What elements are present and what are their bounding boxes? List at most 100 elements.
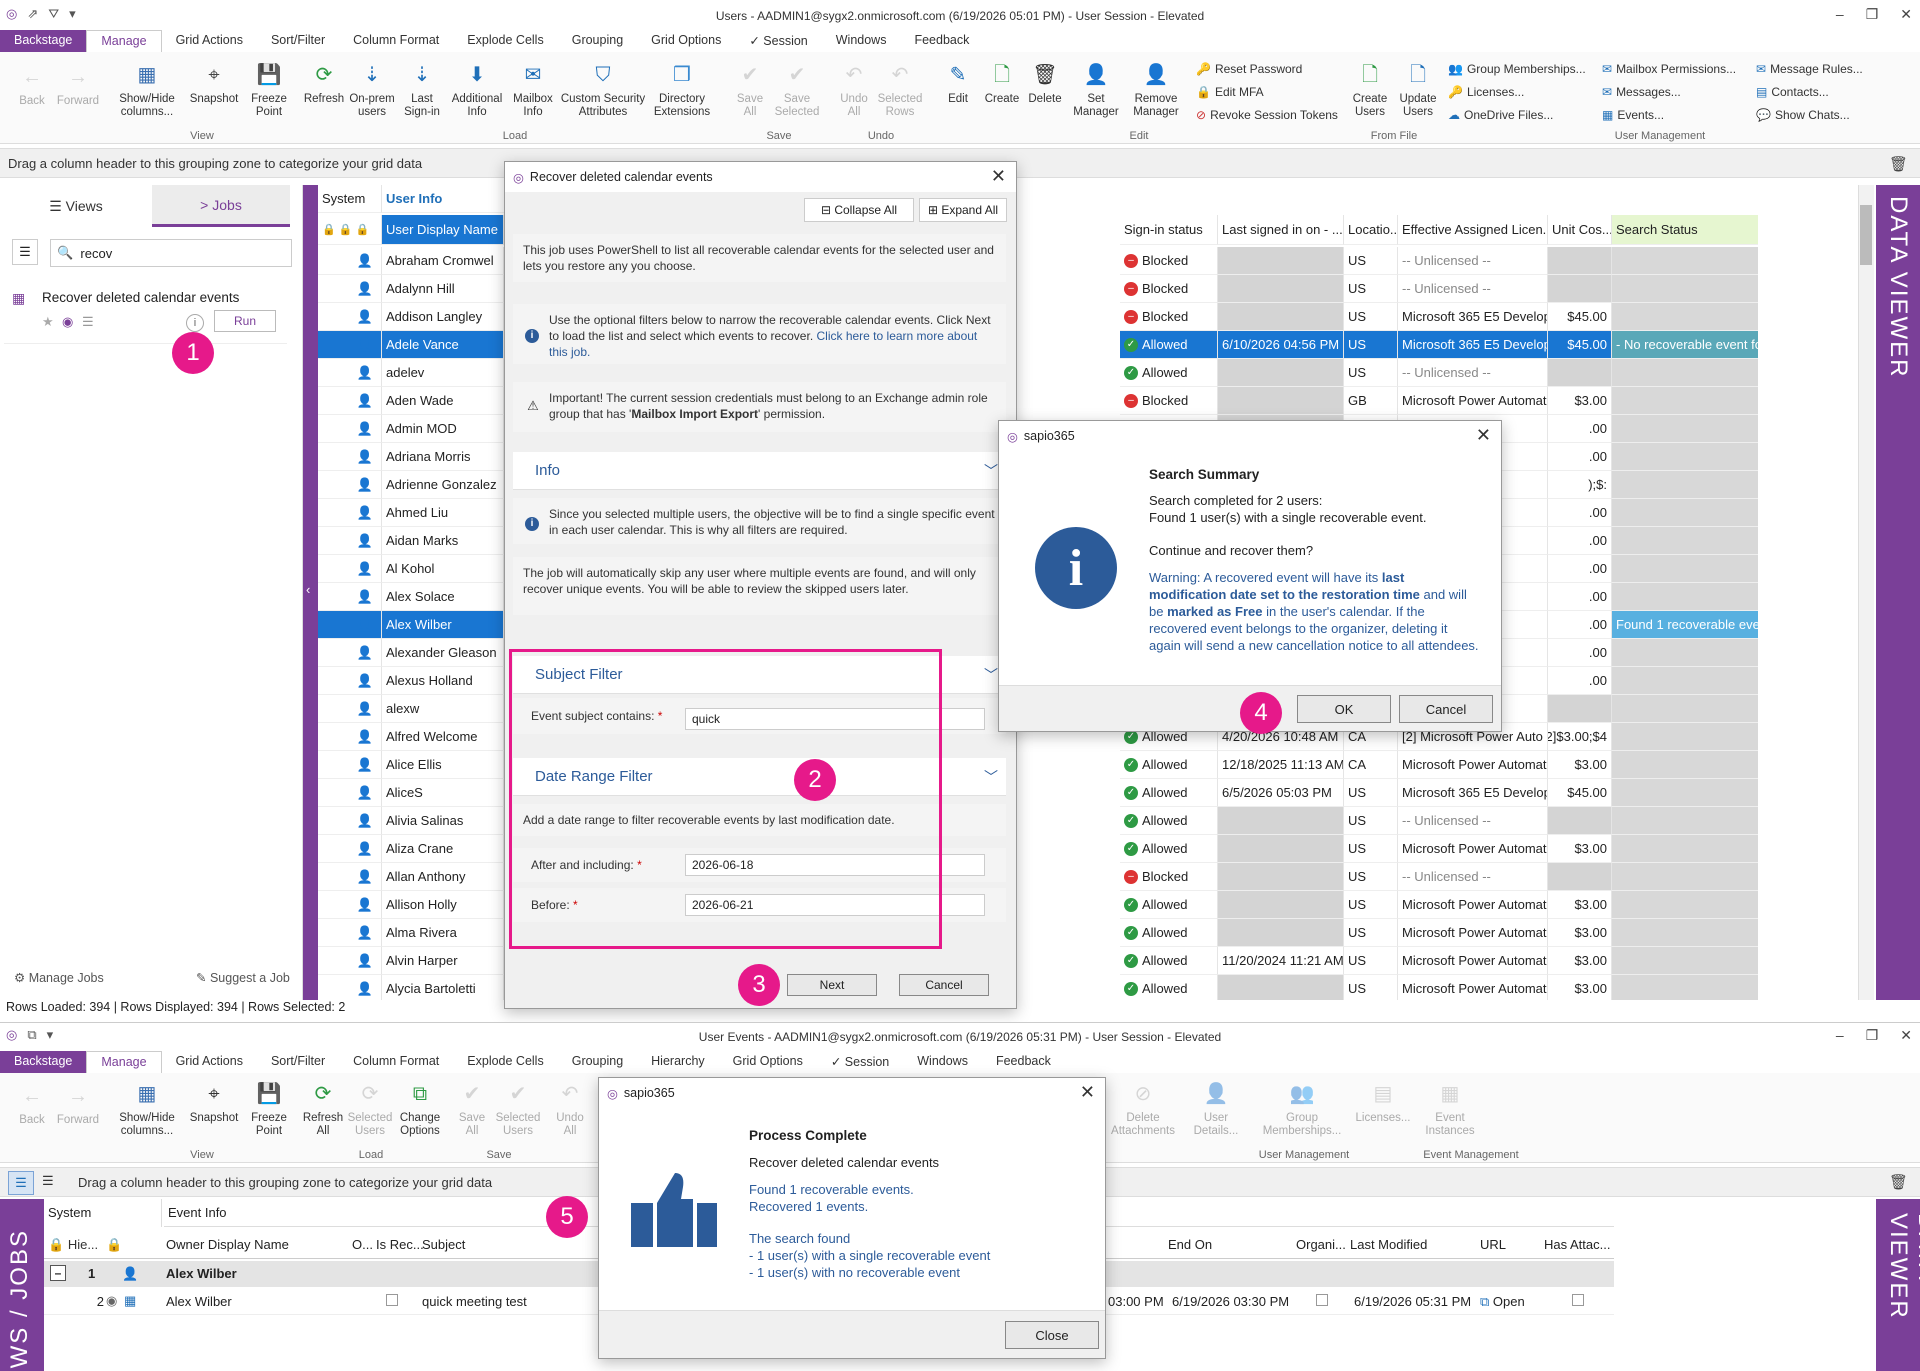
clear-grouping-icon[interactable]: 🗑: [1889, 1173, 1908, 1191]
delete-attachments-button[interactable]: ⊘ Delete Attachments: [1108, 1079, 1178, 1138]
view-list-icon[interactable]: ☰: [8, 1171, 34, 1195]
col-end-on[interactable]: End On: [1168, 1237, 1212, 1252]
tab-grouping[interactable]: Grouping: [558, 30, 637, 52]
onprem-users-button[interactable]: ⇣ On-prem users: [346, 60, 398, 119]
col-search-status[interactable]: Search Status: [1612, 215, 1758, 245]
scrollbar-thumb[interactable]: [1860, 205, 1872, 265]
delete-button[interactable]: 🗑 Delete: [1024, 60, 1066, 106]
event-instances-button[interactable]: ▦ Event Instances: [1414, 1079, 1486, 1138]
tab-sort-filter[interactable]: Sort/Filter: [257, 30, 339, 52]
open-url-link[interactable]: ⧉ Open: [1480, 1294, 1525, 1310]
close-window-button[interactable]: ✕: [1900, 1027, 1912, 1044]
dropdown-icon[interactable]: ▾: [69, 6, 76, 22]
user-details-button[interactable]: 👤 User Details...: [1190, 1079, 1242, 1138]
reset-password-button[interactable]: 🔑 Reset Password: [1196, 62, 1302, 76]
group-memberships-button[interactable]: 👥 Group Memberships...: [1448, 62, 1586, 76]
snapshot-button[interactable]: ⌖ Snapshot: [186, 1079, 242, 1125]
tab-grouping[interactable]: Grouping: [558, 1051, 637, 1073]
edit-button[interactable]: ✎ Edit: [938, 60, 978, 106]
chevron-down-icon[interactable]: ﹀: [984, 767, 998, 787]
collapse-all-button[interactable]: ⊟ Collapse All: [804, 198, 914, 222]
freeze-point-button[interactable]: 💾 Freeze Point: [246, 60, 292, 119]
export-icon[interactable]: ⇗: [27, 6, 38, 22]
back-button[interactable]: ← Back: [14, 62, 50, 108]
undo-all-button[interactable]: ↶ Undo All: [834, 60, 874, 119]
tab-manage[interactable]: Manage: [86, 1051, 162, 1073]
back-button[interactable]: ← Back: [14, 1081, 50, 1127]
col-subject[interactable]: Subject: [422, 1237, 465, 1252]
restore-button[interactable]: ❐: [1866, 1027, 1879, 1044]
refresh-all-button[interactable]: ⟳ Refresh All: [300, 1079, 346, 1138]
tab-views[interactable]: ☰ Views: [0, 185, 152, 227]
summary-close-icon[interactable]: ✕: [1476, 425, 1491, 446]
revoke-tokens-button[interactable]: ⊘ Revoke Session Tokens: [1196, 108, 1338, 122]
group-memberships-button[interactable]: 👥 Group Memberships...: [1248, 1079, 1356, 1138]
save-all-button[interactable]: ✔ Save All: [730, 60, 770, 119]
snapshot-button[interactable]: ⌖ Snapshot: [186, 60, 242, 106]
tab-jobs[interactable]: > Jobs: [152, 185, 290, 227]
collapse-chevron-icon[interactable]: ‹: [306, 582, 310, 597]
forward-button[interactable]: → Forward: [56, 1081, 100, 1127]
message-rules-button[interactable]: ✉ Message Rules...: [1756, 62, 1863, 76]
contacts-button[interactable]: ▤ Contacts...: [1756, 85, 1829, 99]
events-button[interactable]: ▦ Events...: [1602, 108, 1664, 122]
radio-icon[interactable]: ◉: [106, 1293, 117, 1309]
next-button[interactable]: Next: [787, 974, 877, 996]
recover-close-icon[interactable]: ✕: [991, 166, 1006, 187]
col-user-display-name[interactable]: User Display Name: [382, 215, 504, 245]
tab-column-format[interactable]: Column Format: [339, 1051, 453, 1073]
freeze-point-button[interactable]: 💾 Freeze Point: [246, 1079, 292, 1138]
tab-grid-options[interactable]: Grid Options: [719, 1051, 817, 1073]
job-item[interactable]: ▦ Recover deleted calendar events ★ ◉ ☰ …: [4, 280, 287, 344]
last-signin-button[interactable]: ⇣ Last Sign-in: [400, 60, 444, 119]
create-button[interactable]: 🗋 Create: [980, 60, 1024, 106]
edit-mfa-button[interactable]: 🔒 Edit MFA: [1196, 85, 1264, 99]
tab-column-format[interactable]: Column Format: [339, 30, 453, 52]
expand-all-button[interactable]: ⊞ Expand All: [919, 198, 1007, 222]
filter-icon[interactable]: ☰: [12, 239, 38, 265]
run-job-button[interactable]: Run: [214, 310, 276, 332]
refresh-selected-users-button[interactable]: ⟳ Selected Users: [346, 1079, 394, 1138]
collapse-group-icon[interactable]: –: [50, 1265, 66, 1281]
set-manager-button[interactable]: 👤 Set Manager: [1068, 60, 1124, 119]
save-selected-button[interactable]: ✔ Save Selected: [772, 60, 822, 119]
minimize-button[interactable]: –: [1836, 1027, 1844, 1044]
tab-session[interactable]: ✓ Session: [735, 30, 821, 52]
mailbox-info-button[interactable]: ✉ Mailbox Info: [508, 60, 558, 119]
close-window-button[interactable]: ✕: [1900, 6, 1912, 23]
create-users-button[interactable]: 🗋 Create Users: [1348, 60, 1392, 119]
organizer-checkbox[interactable]: [1316, 1294, 1328, 1306]
complete-close-icon[interactable]: ✕: [1080, 1082, 1095, 1103]
show-hide-columns-button[interactable]: ▦ Show/Hide columns...: [112, 60, 182, 119]
suggest-job-link[interactable]: ✎ Suggest a Job: [196, 970, 290, 985]
close-button[interactable]: Close: [1005, 1321, 1099, 1349]
col-system[interactable]: 🔒 🔒 🔒: [318, 215, 382, 245]
jobs-side-label[interactable]: WS / JOBS: [6, 1229, 34, 1368]
show-hide-columns-button[interactable]: ▦ Show/Hide columns...: [112, 1079, 182, 1138]
tab-sort-filter[interactable]: Sort/Filter: [257, 1051, 339, 1073]
col-last-modified[interactable]: Last Modified: [1350, 1237, 1427, 1252]
undo-selected-button[interactable]: ↶ Selected Rows: [874, 60, 926, 119]
messages-button[interactable]: ✉ Messages...: [1602, 85, 1681, 99]
col-licenses[interactable]: Effective Assigned Licen...: [1398, 215, 1548, 245]
info-section-header[interactable]: Info ﹀: [513, 452, 1006, 490]
remove-manager-button[interactable]: 👤 Remove Manager: [1126, 60, 1186, 119]
col-url[interactable]: URL: [1480, 1237, 1506, 1252]
tab-feedback[interactable]: Feedback: [982, 1051, 1065, 1073]
col-o[interactable]: O...: [352, 1237, 373, 1252]
onedrive-files-button[interactable]: ☁ OneDrive Files...: [1448, 108, 1553, 122]
summary-cancel-button[interactable]: Cancel: [1399, 695, 1493, 723]
dropdown-icon[interactable]: ▾: [47, 1027, 54, 1043]
filter-clear-icon[interactable]: ⛛: [48, 6, 59, 22]
clear-grouping-icon[interactable]: 🗑: [1889, 155, 1908, 173]
backstage-tab[interactable]: Backstage: [0, 30, 87, 52]
backstage-tab[interactable]: Backstage: [0, 1051, 87, 1073]
mailbox-permissions-button[interactable]: ✉ Mailbox Permissions...: [1602, 62, 1736, 76]
save-selected-users-button[interactable]: ✔ Selected Users: [494, 1079, 542, 1138]
tab-grid-actions[interactable]: Grid Actions: [162, 30, 257, 52]
additional-info-button[interactable]: ⬇ Additional Info: [450, 60, 504, 119]
forward-button[interactable]: → Forward: [56, 62, 100, 108]
restore-button[interactable]: ❐: [1866, 6, 1879, 23]
tab-windows[interactable]: Windows: [903, 1051, 982, 1073]
tab-grid-options[interactable]: Grid Options: [637, 30, 735, 52]
